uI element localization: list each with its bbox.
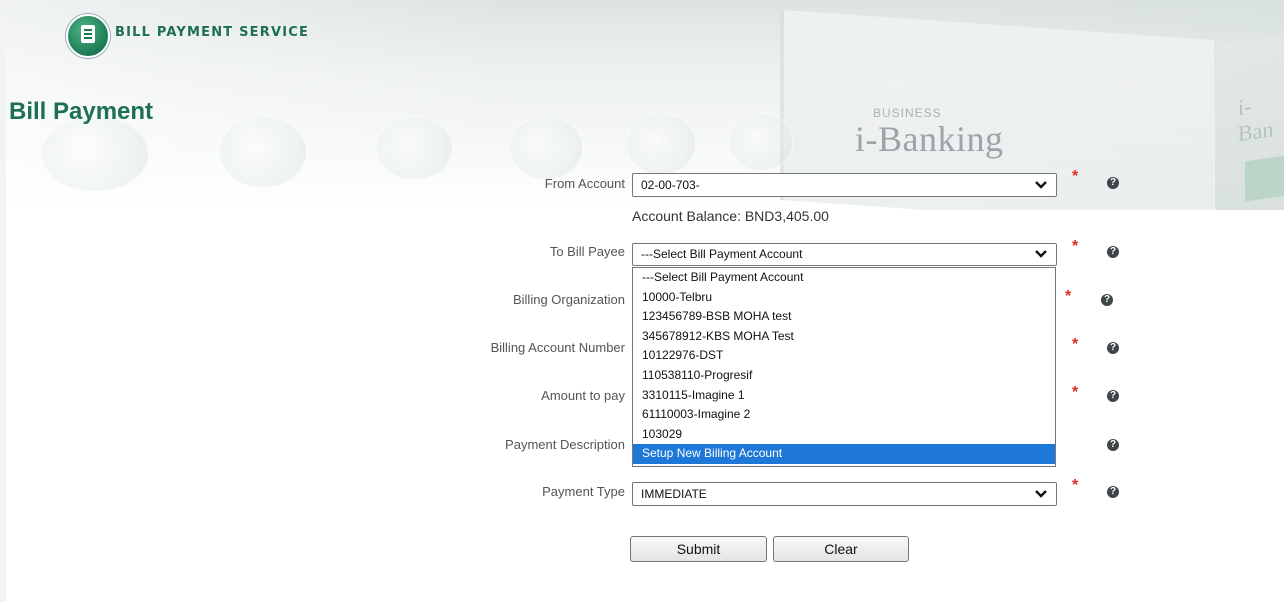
help-icon[interactable]: ? bbox=[1107, 177, 1119, 189]
chevron-down-icon bbox=[1035, 181, 1047, 189]
banner-right-brand: i-Ban bbox=[1238, 93, 1274, 147]
from-account-value: 02-00-703- bbox=[641, 178, 700, 192]
submit-button[interactable]: Submit bbox=[630, 536, 767, 562]
help-icon[interactable]: ? bbox=[1107, 439, 1119, 451]
bill-document-icon bbox=[66, 14, 110, 58]
banner-circle-icon bbox=[375, 115, 454, 181]
bill-payee-dropdown-list[interactable]: ---Select Bill Payment Account 10000-Tel… bbox=[632, 267, 1056, 467]
banner-circle-icon bbox=[40, 115, 150, 193]
from-account-select[interactable]: 02-00-703- bbox=[632, 173, 1057, 197]
required-marker: * bbox=[1072, 238, 1079, 255]
dropdown-option[interactable]: 3310115-Imagine 1 bbox=[633, 386, 1055, 406]
dropdown-option[interactable]: ---Select Bill Payment Account bbox=[633, 268, 1055, 288]
dropdown-option[interactable]: 10000-Telbru bbox=[633, 288, 1055, 308]
banner-circle-icon bbox=[218, 115, 308, 189]
help-icon[interactable]: ? bbox=[1107, 342, 1119, 354]
clear-button[interactable]: Clear bbox=[773, 536, 909, 562]
dropdown-option[interactable]: 345678912-KBS MOHA Test bbox=[633, 327, 1055, 347]
help-icon[interactable]: ? bbox=[1107, 246, 1119, 258]
billing-organization-label: Billing Organization bbox=[512, 292, 625, 307]
page-title: Bill Payment bbox=[9, 98, 154, 125]
banner-circle-icon bbox=[508, 115, 584, 181]
service-name: BILL PAYMENT SERVICE bbox=[115, 25, 310, 40]
payment-type-select[interactable]: IMMEDIATE bbox=[632, 482, 1057, 506]
dropdown-option[interactable]: 110538110-Progresif bbox=[633, 366, 1055, 386]
dropdown-option[interactable]: 103029 bbox=[633, 425, 1055, 445]
help-icon[interactable]: ? bbox=[1101, 294, 1113, 306]
dropdown-option-highlighted[interactable]: Setup New Billing Account bbox=[633, 444, 1055, 464]
billing-account-number-label: Billing Account Number bbox=[490, 340, 625, 355]
payment-type-label: Payment Type bbox=[542, 484, 625, 499]
required-marker: * bbox=[1072, 384, 1079, 401]
chevron-down-icon bbox=[1035, 250, 1047, 258]
dropdown-option[interactable]: 123456789-BSB MOHA test bbox=[633, 307, 1055, 327]
required-marker: * bbox=[1072, 168, 1079, 185]
to-bill-payee-label: To Bill Payee bbox=[549, 244, 625, 259]
banner-circle-icon bbox=[625, 112, 697, 176]
payment-type-value: IMMEDIATE bbox=[641, 487, 707, 501]
banner-brand-name: i-Banking bbox=[855, 119, 1004, 159]
payment-description-label: Payment Description bbox=[505, 437, 625, 452]
to-bill-payee-select[interactable]: ---Select Bill Payment Account bbox=[632, 243, 1057, 266]
to-bill-payee-value: ---Select Bill Payment Account bbox=[641, 247, 803, 261]
chevron-down-icon bbox=[1035, 490, 1047, 498]
required-marker: * bbox=[1072, 336, 1079, 353]
required-marker: * bbox=[1072, 477, 1079, 494]
from-account-label: From Account bbox=[544, 176, 625, 191]
banner-circle-icon bbox=[728, 112, 794, 172]
help-icon[interactable]: ? bbox=[1107, 486, 1119, 498]
required-marker: * bbox=[1065, 288, 1072, 305]
amount-to-pay-label: Amount to pay bbox=[541, 388, 625, 403]
account-balance: Account Balance: BND3,405.00 bbox=[632, 208, 829, 224]
dropdown-option[interactable]: 61110003-Imagine 2 bbox=[633, 405, 1055, 425]
left-edge bbox=[0, 0, 6, 602]
dropdown-option[interactable]: 10122976-DST bbox=[633, 346, 1055, 366]
help-icon[interactable]: ? bbox=[1107, 390, 1119, 402]
